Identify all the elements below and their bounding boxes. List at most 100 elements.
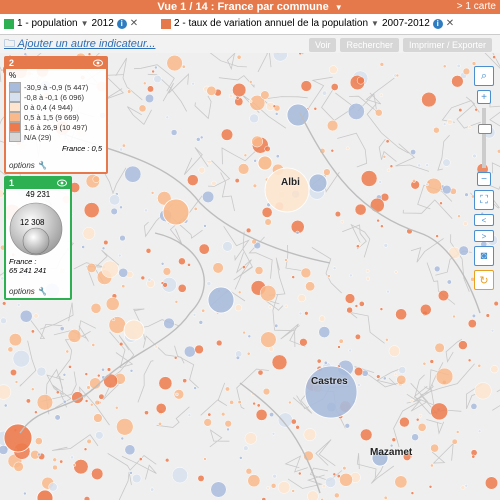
chevron-right-icon[interactable]: >	[474, 230, 494, 242]
commune-bubble	[307, 490, 319, 500]
chevron-down-icon[interactable]: ▼	[81, 14, 89, 34]
legend-row[interactable]: N/A (29)	[6, 132, 106, 142]
commune-bubble-large	[207, 286, 235, 314]
commune-bubble	[193, 206, 198, 211]
commune-bubble	[323, 168, 331, 176]
rechercher-button[interactable]: Rechercher	[340, 38, 399, 52]
commune-bubble	[458, 108, 463, 113]
commune-bubble	[300, 267, 312, 279]
commune-bubble	[356, 383, 361, 387]
france-total-label: France :	[9, 257, 37, 266]
refresh-icon[interactable]: ↻	[474, 270, 494, 290]
commune-bubble	[30, 329, 35, 334]
commune-bubble	[434, 342, 445, 353]
voir-button[interactable]: Voir	[308, 38, 337, 52]
commune-bubble	[34, 410, 38, 414]
commune-bubble	[0, 317, 7, 325]
legend-panel-2-header[interactable]: 2	[6, 58, 106, 69]
commune-bubble	[121, 143, 126, 148]
commune-bubble	[16, 303, 21, 307]
info-icon[interactable]: i	[116, 19, 127, 29]
commune-bubble	[93, 413, 103, 423]
commune-bubble	[198, 243, 210, 255]
commune-bubble	[206, 281, 212, 286]
zoom-slider[interactable]	[478, 108, 492, 168]
commune-bubble	[101, 246, 106, 251]
commune-bubble	[340, 219, 345, 224]
size-max-label: 49 231	[25, 190, 51, 199]
indicator-1[interactable]: 1 - population ▼ 2012 i ✕	[4, 14, 138, 34]
imprimer-exporter-button[interactable]: Imprimer / Exporter	[402, 38, 492, 52]
commune-bubble	[221, 412, 226, 417]
commune-bubble	[68, 365, 72, 369]
commune-bubble	[19, 309, 33, 323]
legend-row[interactable]: -30,9 à -0,9 (5 447)	[6, 82, 106, 92]
legend-panel-1-header[interactable]: 1	[6, 178, 70, 189]
commune-bubble	[346, 306, 353, 314]
commune-bubble	[226, 427, 230, 432]
add-indicator-link[interactable]: 🗀 Ajouter un autre indicateur...	[4, 35, 155, 53]
legend-row[interactable]: 0 à 0,4 (4 944)	[6, 102, 106, 112]
select-tool-icon[interactable]: ⌕	[474, 66, 494, 86]
commune-bubble	[244, 432, 257, 445]
eye-icon[interactable]	[93, 59, 103, 67]
commune-bubble	[237, 290, 242, 295]
fullscreen-icon[interactable]: ⛶	[474, 190, 494, 210]
commune-bubble	[462, 67, 471, 76]
commune-bubble	[464, 192, 469, 197]
commune-bubble	[165, 458, 170, 463]
commune-bubble	[391, 437, 397, 442]
commune-bubble	[477, 429, 482, 434]
commune-bubble	[379, 93, 384, 97]
commune-bubble	[54, 414, 61, 421]
commune-bubble	[376, 374, 381, 379]
commune-bubble	[385, 338, 389, 342]
commune-bubble	[34, 437, 43, 445]
commune-bubble	[83, 202, 100, 218]
chevron-down-icon[interactable]: ▼	[371, 14, 379, 34]
wrench-icon: 🔧	[37, 161, 47, 170]
chevron-down-icon[interactable]: ▼	[335, 3, 343, 12]
legend-row[interactable]: 1,6 à 26,9 (10 497)	[6, 122, 106, 132]
indicator-1-year[interactable]: 2012	[92, 14, 114, 34]
unit-label: %	[9, 71, 17, 80]
commune-bubble	[474, 382, 492, 400]
commune-bubble	[380, 224, 384, 228]
options-button[interactable]: options 🔧	[9, 287, 47, 296]
options-button[interactable]: options 🔧	[9, 161, 47, 170]
info-icon[interactable]: i	[432, 19, 443, 29]
commune-bubble	[484, 476, 499, 490]
eye-icon[interactable]	[57, 179, 67, 187]
close-icon[interactable]: ✕	[130, 14, 138, 34]
commune-bubble	[467, 125, 472, 130]
commune-bubble	[398, 366, 407, 374]
toolbar: Voir Rechercher Imprimer / Exporter	[308, 38, 492, 52]
commune-bubble	[31, 387, 35, 391]
map-count-link[interactable]: > 1 carte	[457, 0, 496, 14]
commune-bubble	[492, 55, 496, 59]
commune-bubble	[321, 484, 326, 489]
commune-bubble	[298, 471, 302, 476]
legend-row[interactable]: -0,8 à -0,1 (6 096)	[6, 92, 106, 102]
commune-bubble	[297, 294, 306, 303]
chevron-left-icon[interactable]: <	[474, 214, 494, 226]
indicator-2-year[interactable]: 2007-2012	[382, 14, 430, 34]
indicator-2[interactable]: 2 - taux de variation annuel de la popul…	[161, 14, 454, 34]
commune-bubble	[151, 69, 155, 74]
view-title-bar[interactable]: Vue 1 / 14 : France par commune ▼ > 1 car…	[0, 0, 500, 14]
add-indicator-row: 🗀 Ajouter un autre indicateur... Voir Re…	[0, 35, 500, 53]
zoom-knob[interactable]	[478, 124, 492, 134]
close-icon[interactable]: ✕	[446, 14, 454, 34]
commune-bubble	[327, 274, 331, 278]
commune-bubble	[98, 393, 105, 400]
commune-bubble	[330, 148, 335, 153]
zoom-in-button[interactable]: +	[477, 90, 491, 104]
camera-icon[interactable]: ◙	[474, 246, 494, 266]
city-albi: Albi	[281, 177, 300, 188]
zoom-out-button[interactable]: −	[477, 172, 491, 186]
commune-bubble	[206, 85, 217, 96]
commune-bubble	[332, 266, 337, 271]
legend-row[interactable]: 0,5 à 1,5 (9 669)	[6, 112, 106, 122]
commune-bubble	[154, 345, 158, 349]
commune-bubble	[158, 421, 162, 426]
